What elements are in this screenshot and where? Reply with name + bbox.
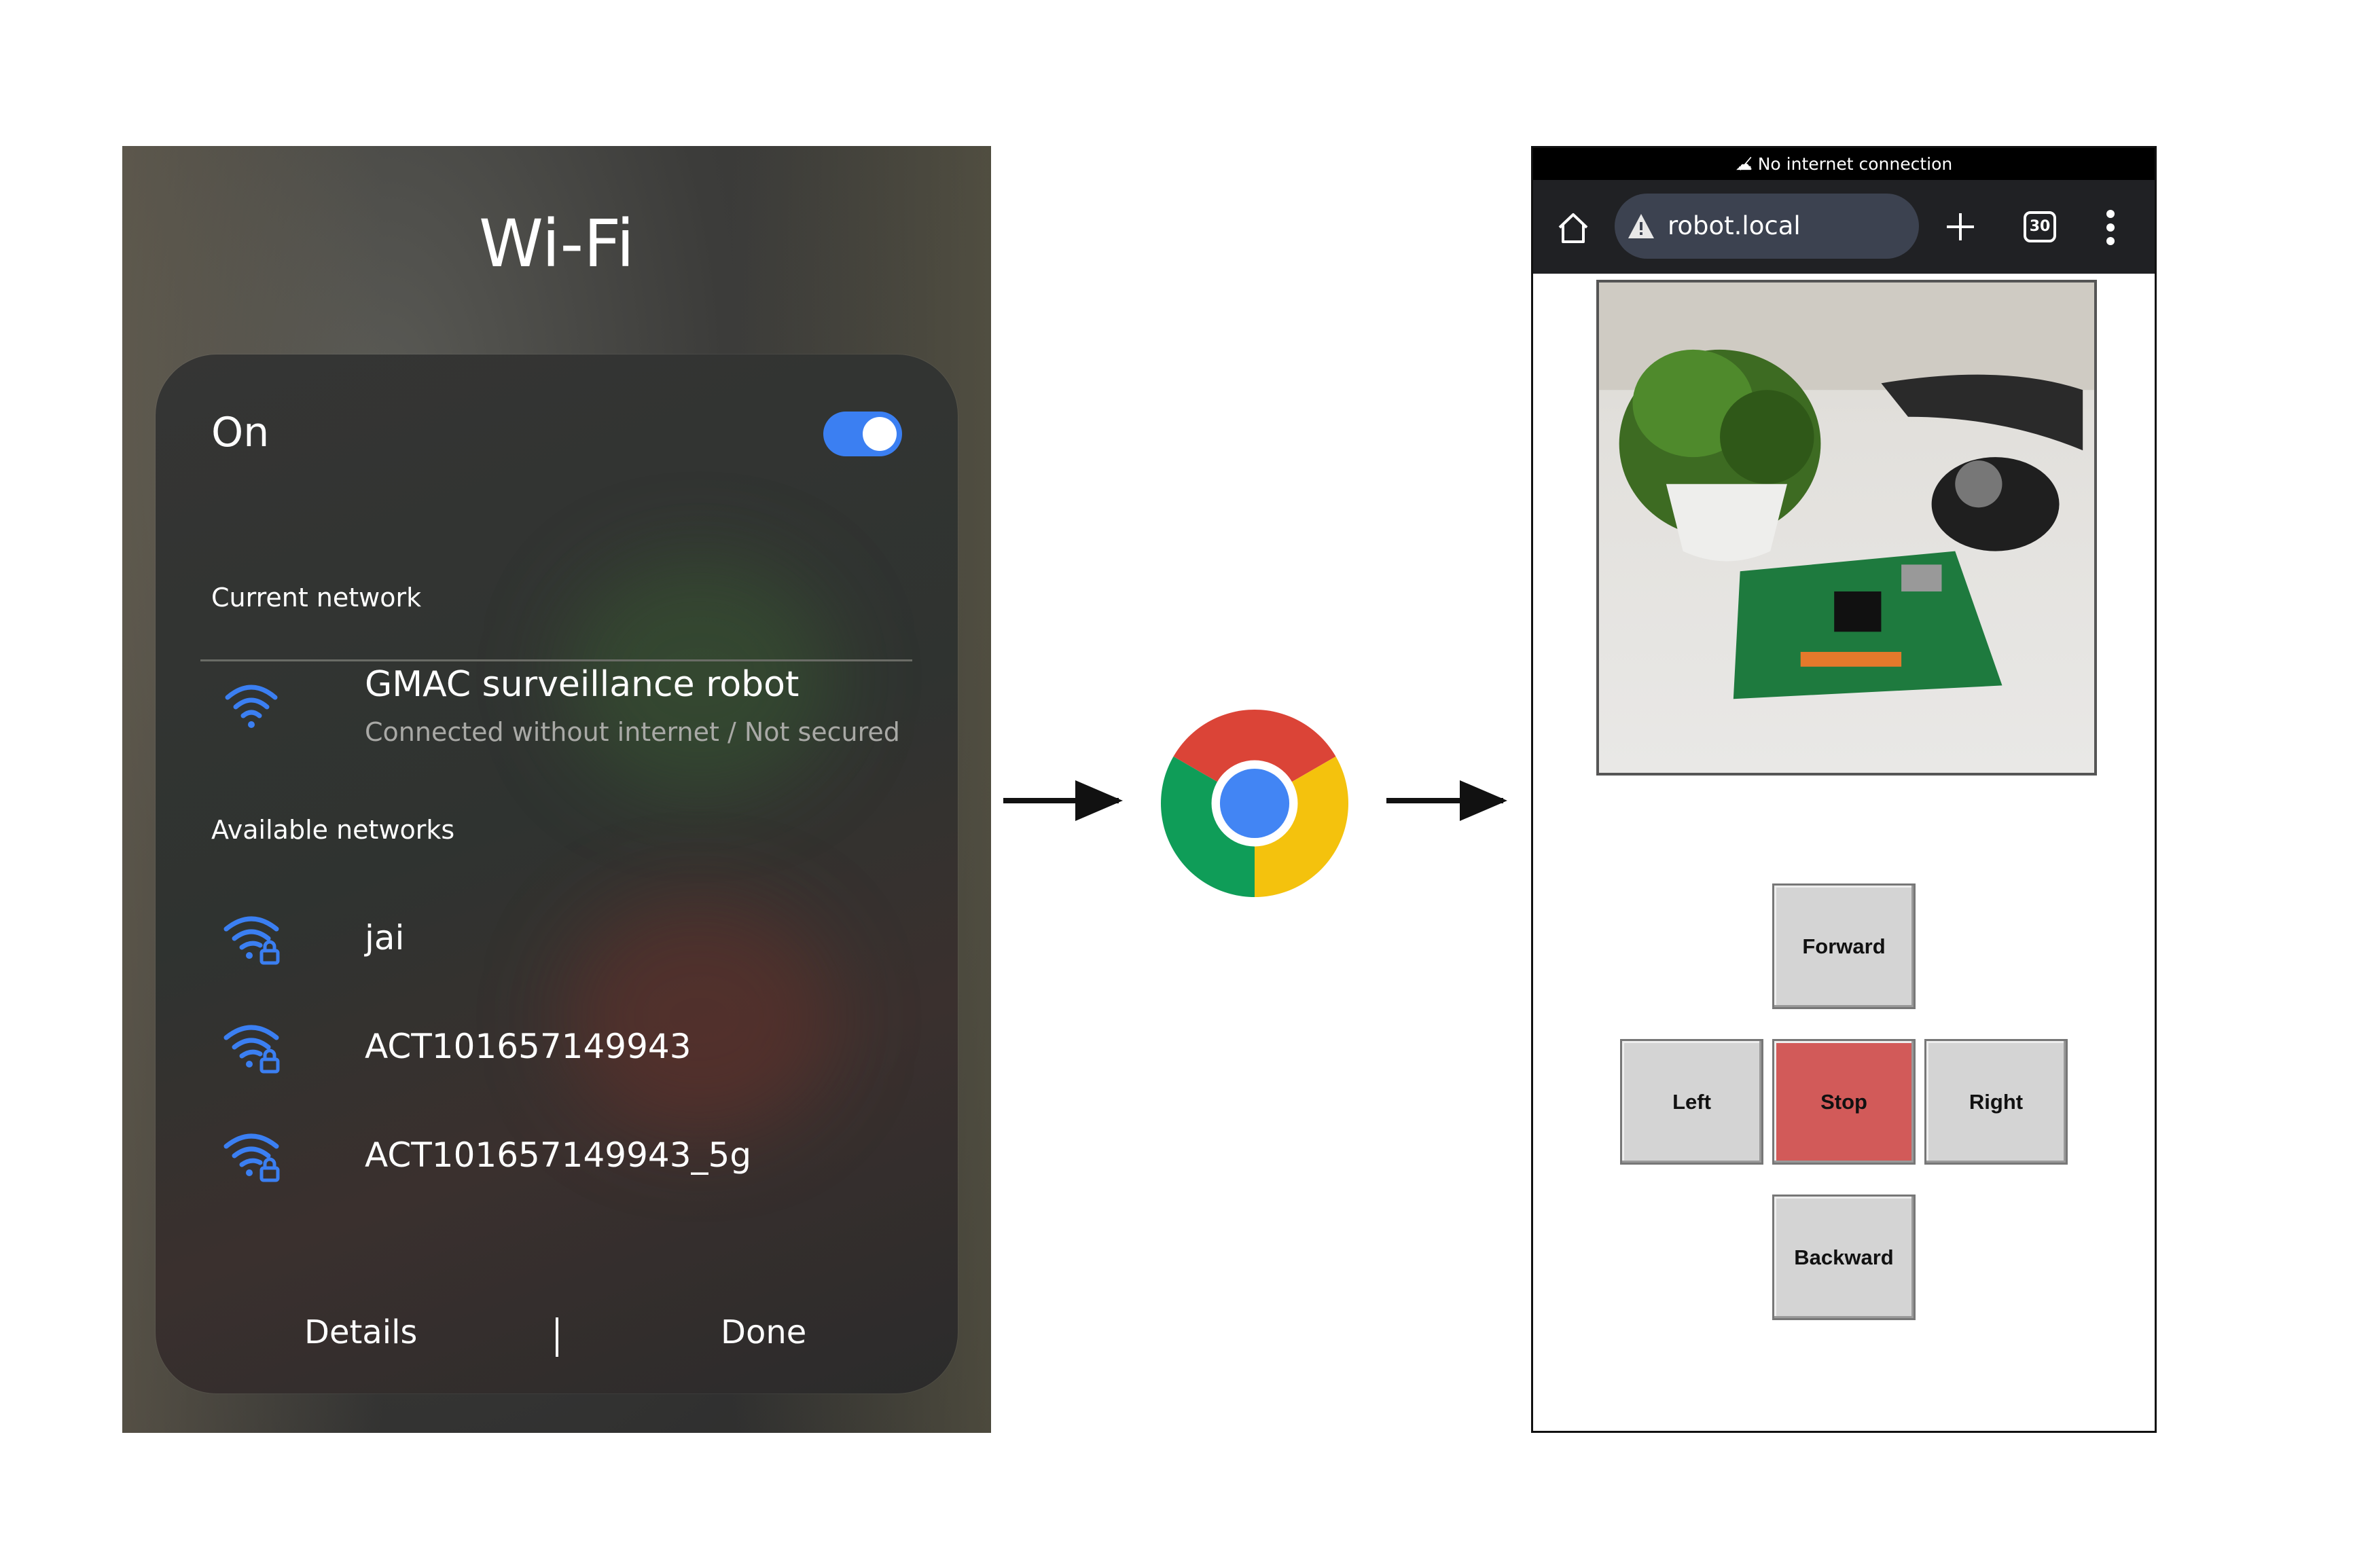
tab-switcher-button[interactable]: 30 (2024, 211, 2056, 242)
wifi-lock-icon (223, 1133, 280, 1182)
page-title: Wi-Fi (478, 206, 635, 282)
forward-button[interactable]: Forward (1772, 883, 1916, 1009)
more-menu-icon[interactable] (2104, 208, 2117, 247)
chrome-logo (1161, 710, 1348, 897)
network-name: jai (365, 918, 405, 958)
wifi-lock-icon (223, 916, 280, 965)
available-networks-label: Available networks (211, 815, 455, 845)
network-name: ACT101657149943_5g (365, 1135, 752, 1175)
address-bar[interactable]: robot.local (1615, 194, 1919, 259)
camera-feed-image (1596, 280, 2097, 776)
current-network-status: Connected without internet / Not secured (365, 717, 900, 747)
cloud-off-icon: ☁̸ (1735, 154, 1758, 174)
current-network-label: Current network (211, 583, 422, 613)
network-item[interactable]: ACT101657149943 (156, 1000, 958, 1095)
url-text: robot.local (1668, 211, 1801, 240)
wifi-settings-screen: Wi-Fi On Current network GMAC surveillan… (122, 146, 991, 1433)
wifi-toggle-label: On (211, 409, 270, 456)
stop-button[interactable]: Stop (1772, 1039, 1916, 1165)
wifi-panel: On Current network GMAC surveillance rob… (156, 354, 958, 1393)
warning-icon (1628, 214, 1654, 238)
network-item[interactable]: jai (156, 891, 958, 986)
current-network-item[interactable]: GMAC surveillance robot Connected withou… (156, 640, 958, 776)
wifi-icon (225, 685, 278, 728)
network-name: ACT101657149943 (365, 1027, 691, 1066)
browser-toolbar: robot.local 30 (1533, 180, 2155, 274)
button-separator (556, 1317, 558, 1357)
status-text: No internet connection (1757, 154, 1953, 174)
new-tab-icon[interactable] (1943, 210, 1977, 244)
done-button[interactable]: Done (721, 1313, 806, 1351)
toggle-knob (863, 417, 897, 451)
browser-window: ☁̸ No internet connection robot.local 30… (1531, 146, 2157, 1433)
status-bar: ☁̸ No internet connection (1533, 148, 2155, 180)
wifi-toggle[interactable] (823, 412, 902, 456)
camera-scene (1599, 282, 2094, 699)
arrow-right-icon (1386, 780, 1507, 821)
arrow-right-icon (1003, 780, 1123, 821)
network-item[interactable]: ACT101657149943_5g (156, 1108, 958, 1203)
details-button[interactable]: Details (304, 1313, 417, 1351)
left-button[interactable]: Left (1620, 1039, 1763, 1165)
backward-button[interactable]: Backward (1772, 1195, 1916, 1320)
home-icon[interactable] (1556, 211, 1590, 245)
current-network-name: GMAC surveillance robot (365, 664, 800, 705)
right-button[interactable]: Right (1924, 1039, 2068, 1165)
wifi-lock-icon (223, 1025, 280, 1074)
